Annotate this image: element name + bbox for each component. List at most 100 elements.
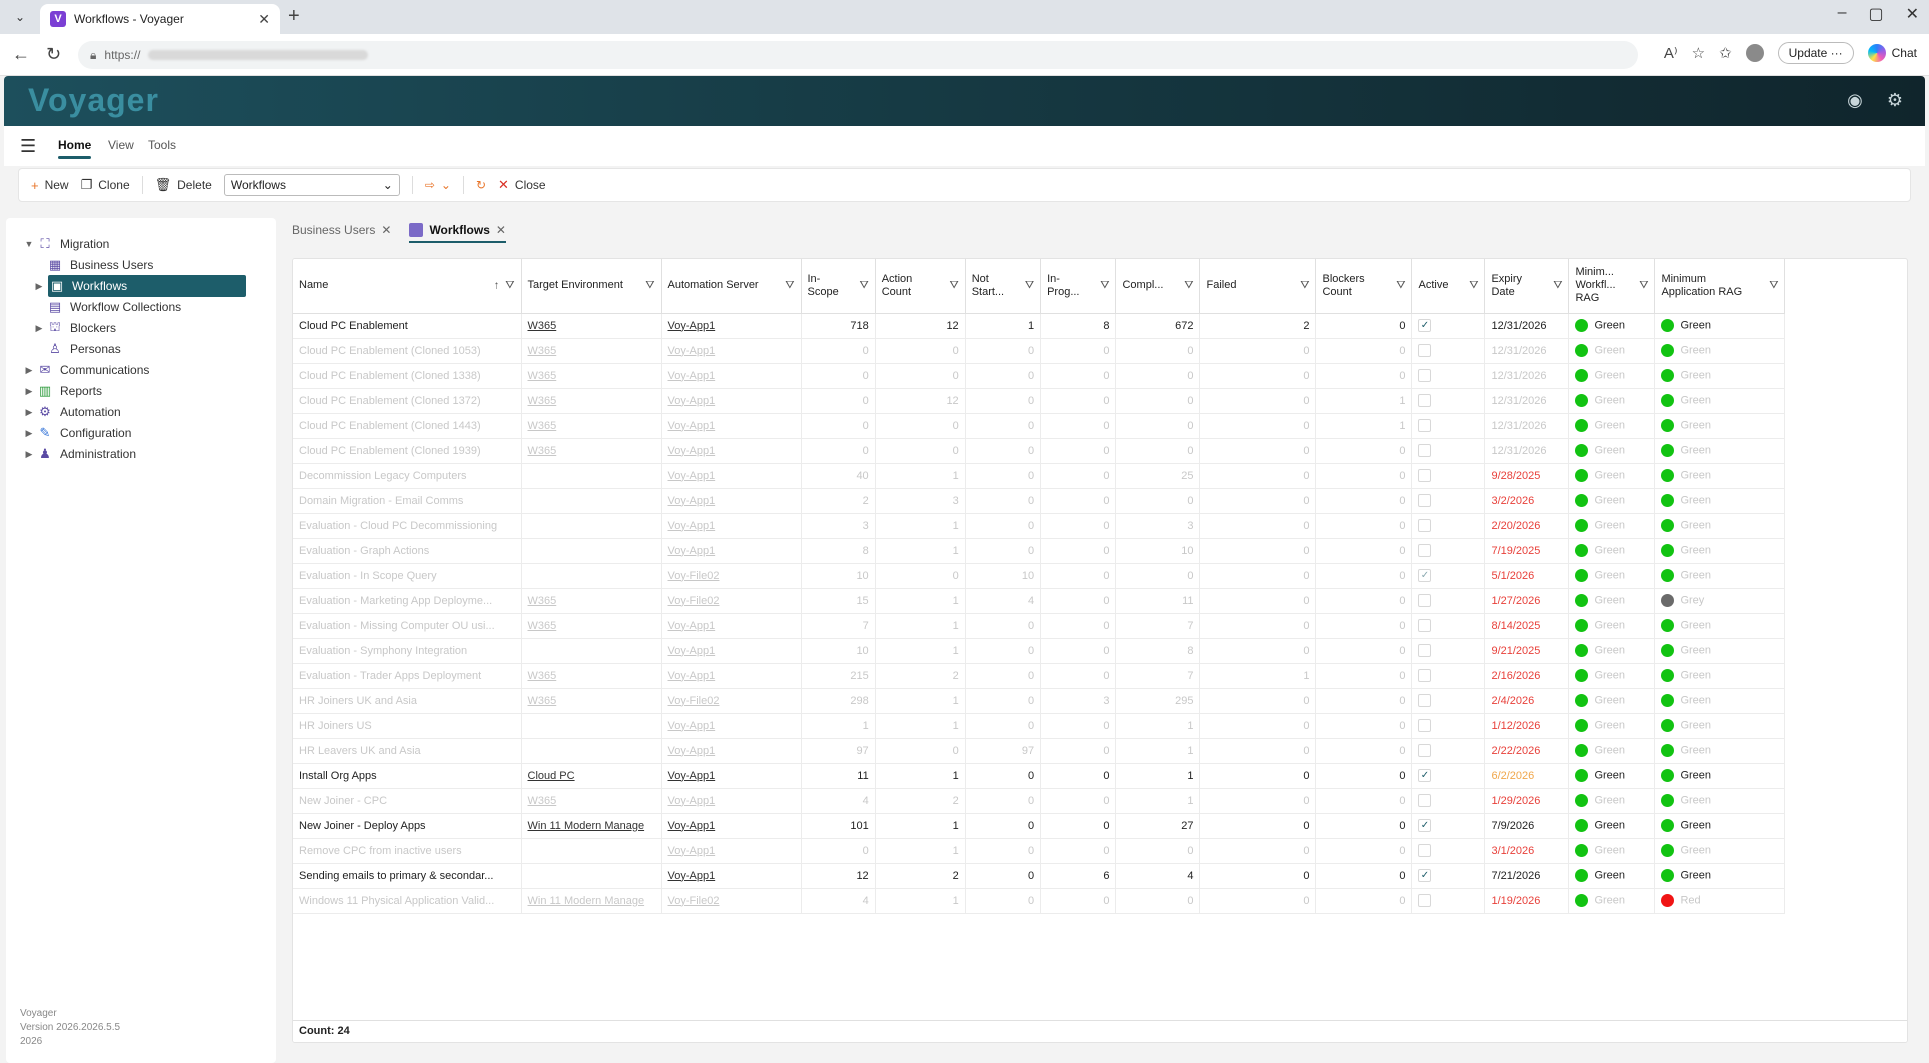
- nav-item-business-users[interactable]: ▦ Business Users: [46, 254, 154, 276]
- nav-item-workflows-expander[interactable]: ▶: [32, 275, 46, 297]
- nav-item-workflows[interactable]: ▣ Workflows: [48, 275, 246, 297]
- filter-icon[interactable]: ⛛: [949, 279, 958, 292]
- nav-item-communications[interactable]: ▶ ✉ Communications: [22, 359, 150, 381]
- filter-icon[interactable]: ⛛: [505, 279, 514, 292]
- cell-server[interactable]: Voy-App1: [661, 338, 802, 364]
- filter-icon[interactable]: ⛛: [1025, 279, 1034, 292]
- doc-tab-business-users[interactable]: Business Users ✕: [292, 223, 391, 241]
- cell-env[interactable]: [521, 513, 662, 539]
- cell-env[interactable]: [521, 713, 662, 739]
- cell-active[interactable]: ✓: [1411, 863, 1486, 889]
- refresh-button[interactable]: ↻: [476, 178, 486, 192]
- table-row[interactable]: Install Org Apps Cloud PC Voy-App1 11 1 0 0 1 0 0…: [293, 763, 1786, 789]
- table-row[interactable]: Evaluation - Symphony Integration Voy-App…: [293, 638, 1786, 664]
- active-checkbox[interactable]: [1418, 644, 1432, 657]
- clone-button[interactable]: ❐ Clone: [81, 177, 130, 193]
- workflow-type-select[interactable]: Workflows ⌄: [223, 174, 400, 196]
- column-header[interactable]: Blockers Count ⛛: [1315, 259, 1413, 314]
- nav-item-configuration[interactable]: ▶ ✎ Configuration: [22, 422, 132, 444]
- active-checkbox[interactable]: [1418, 444, 1432, 457]
- table-row[interactable]: Evaluation - In Scope Query Voy-File02 10 0…: [293, 563, 1786, 589]
- table-row[interactable]: Cloud PC Enablement (Cloned 1372) W365 Voy…: [293, 388, 1786, 414]
- active-checkbox[interactable]: [1418, 669, 1432, 682]
- doc-tab-workflows[interactable]: Workflows ✕: [409, 223, 506, 243]
- cell-active[interactable]: [1411, 688, 1486, 714]
- chevron-right-icon[interactable]: ▶: [32, 323, 46, 334]
- table-row[interactable]: Sending emails to primary & secondar... V…: [293, 863, 1786, 889]
- cell-server[interactable]: Voy-App1: [661, 838, 802, 864]
- table-row[interactable]: New Joiner - Deploy Apps Win 11 Modern Ma…: [293, 813, 1786, 839]
- chevron-right-icon[interactable]: ▶: [22, 386, 36, 397]
- active-checkbox[interactable]: ✓: [1418, 319, 1432, 332]
- cell-active[interactable]: ✓: [1411, 313, 1486, 339]
- nav-item-blockers[interactable]: ▶ ⛫ Blockers: [32, 317, 116, 339]
- cell-server[interactable]: Voy-App1: [661, 638, 802, 664]
- table-row[interactable]: Windows 11 Physical Application Valid...…: [293, 888, 1786, 914]
- menu-tab-home[interactable]: Home: [58, 138, 92, 159]
- chevron-right-icon[interactable]: ▶: [22, 407, 36, 418]
- cell-env[interactable]: W365: [521, 663, 662, 689]
- new-tab-button[interactable]: +: [288, 5, 300, 28]
- column-header[interactable]: Not Start... ⛛: [965, 259, 1042, 314]
- table-row[interactable]: Evaluation - Graph Actions Voy-App1 8 1 0 0 10…: [293, 538, 1786, 564]
- active-checkbox[interactable]: [1418, 594, 1432, 607]
- cell-server[interactable]: Voy-File02: [661, 888, 802, 914]
- url-input[interactable]: 🔒︎ https://: [78, 41, 1638, 69]
- cell-server[interactable]: Voy-App1: [661, 713, 802, 739]
- table-row[interactable]: HR Joiners UK and Asia W365 Voy-File02 298 1…: [293, 688, 1786, 714]
- cell-active[interactable]: [1411, 438, 1486, 464]
- minimize-icon[interactable]: –: [1838, 4, 1847, 24]
- favorites-icon[interactable]: ✩: [1719, 44, 1732, 62]
- cell-server[interactable]: Voy-App1: [661, 813, 802, 839]
- cell-server[interactable]: Voy-File02: [661, 588, 802, 614]
- menu-tab-view[interactable]: View: [108, 138, 134, 152]
- cell-env[interactable]: W365: [521, 688, 662, 714]
- cell-env[interactable]: [521, 838, 662, 864]
- cell-active[interactable]: [1411, 613, 1486, 639]
- cell-env[interactable]: Win 11 Modern Manage: [521, 813, 662, 839]
- export-dropdown-button[interactable]: ⇨ ⌄: [425, 178, 451, 192]
- close-window-icon[interactable]: ✕: [1906, 4, 1919, 24]
- sort-ascending-icon[interactable]: ↑: [494, 279, 500, 292]
- column-header[interactable]: Failed ⛛: [1199, 259, 1317, 314]
- cell-active[interactable]: [1411, 713, 1486, 739]
- cell-active[interactable]: [1411, 888, 1486, 914]
- cell-server[interactable]: Voy-App1: [661, 388, 802, 414]
- column-header[interactable]: Action Count ⛛: [875, 259, 966, 314]
- cell-env[interactable]: [521, 538, 662, 564]
- active-checkbox[interactable]: [1418, 344, 1432, 357]
- cell-active[interactable]: [1411, 463, 1486, 489]
- cell-env[interactable]: [521, 488, 662, 514]
- column-header[interactable]: Minimum Application RAG ⛛: [1654, 259, 1786, 314]
- close-icon[interactable]: ✕: [496, 223, 506, 237]
- active-checkbox[interactable]: ✓: [1418, 819, 1432, 832]
- cell-active[interactable]: [1411, 388, 1486, 414]
- cell-active[interactable]: [1411, 338, 1486, 364]
- table-row[interactable]: Cloud PC Enablement (Cloned 1939) W365 Voy…: [293, 438, 1786, 464]
- column-header[interactable]: Name ↑ ⛛: [293, 259, 522, 314]
- cell-active[interactable]: ✓: [1411, 563, 1486, 589]
- cell-active[interactable]: [1411, 413, 1486, 439]
- chevron-down-icon[interactable]: ▼: [22, 239, 36, 249]
- nav-item-personas[interactable]: ♙ Personas: [46, 338, 121, 360]
- back-icon[interactable]: ←: [12, 44, 30, 65]
- cell-server[interactable]: Voy-App1: [661, 538, 802, 564]
- cell-env[interactable]: W365: [521, 588, 662, 614]
- chevron-right-icon[interactable]: ▶: [22, 449, 36, 460]
- active-checkbox[interactable]: [1418, 694, 1432, 707]
- cell-server[interactable]: Voy-App1: [661, 663, 802, 689]
- menu-tab-tools[interactable]: Tools: [148, 138, 176, 152]
- table-row[interactable]: Cloud PC Enablement (Cloned 1053) W365 Voy…: [293, 338, 1786, 364]
- close-button[interactable]: ✕ Close: [498, 177, 546, 193]
- nav-item-administration[interactable]: ▶ ♟ Administration: [22, 443, 137, 465]
- cell-server[interactable]: Voy-App1: [661, 788, 802, 814]
- table-row[interactable]: HR Leavers UK and Asia Voy-App1 97 0 97 0 1 0 0 2…: [293, 738, 1786, 764]
- active-checkbox[interactable]: [1418, 744, 1432, 757]
- cell-server[interactable]: Voy-App1: [661, 613, 802, 639]
- cell-server[interactable]: Voy-App1: [661, 438, 802, 464]
- maximize-icon[interactable]: ▢: [1868, 4, 1883, 24]
- cell-env[interactable]: W365: [521, 613, 662, 639]
- cell-active[interactable]: [1411, 638, 1486, 664]
- browser-tab-active[interactable]: V Workflows - Voyager ✕: [40, 4, 280, 34]
- active-checkbox[interactable]: [1418, 544, 1432, 557]
